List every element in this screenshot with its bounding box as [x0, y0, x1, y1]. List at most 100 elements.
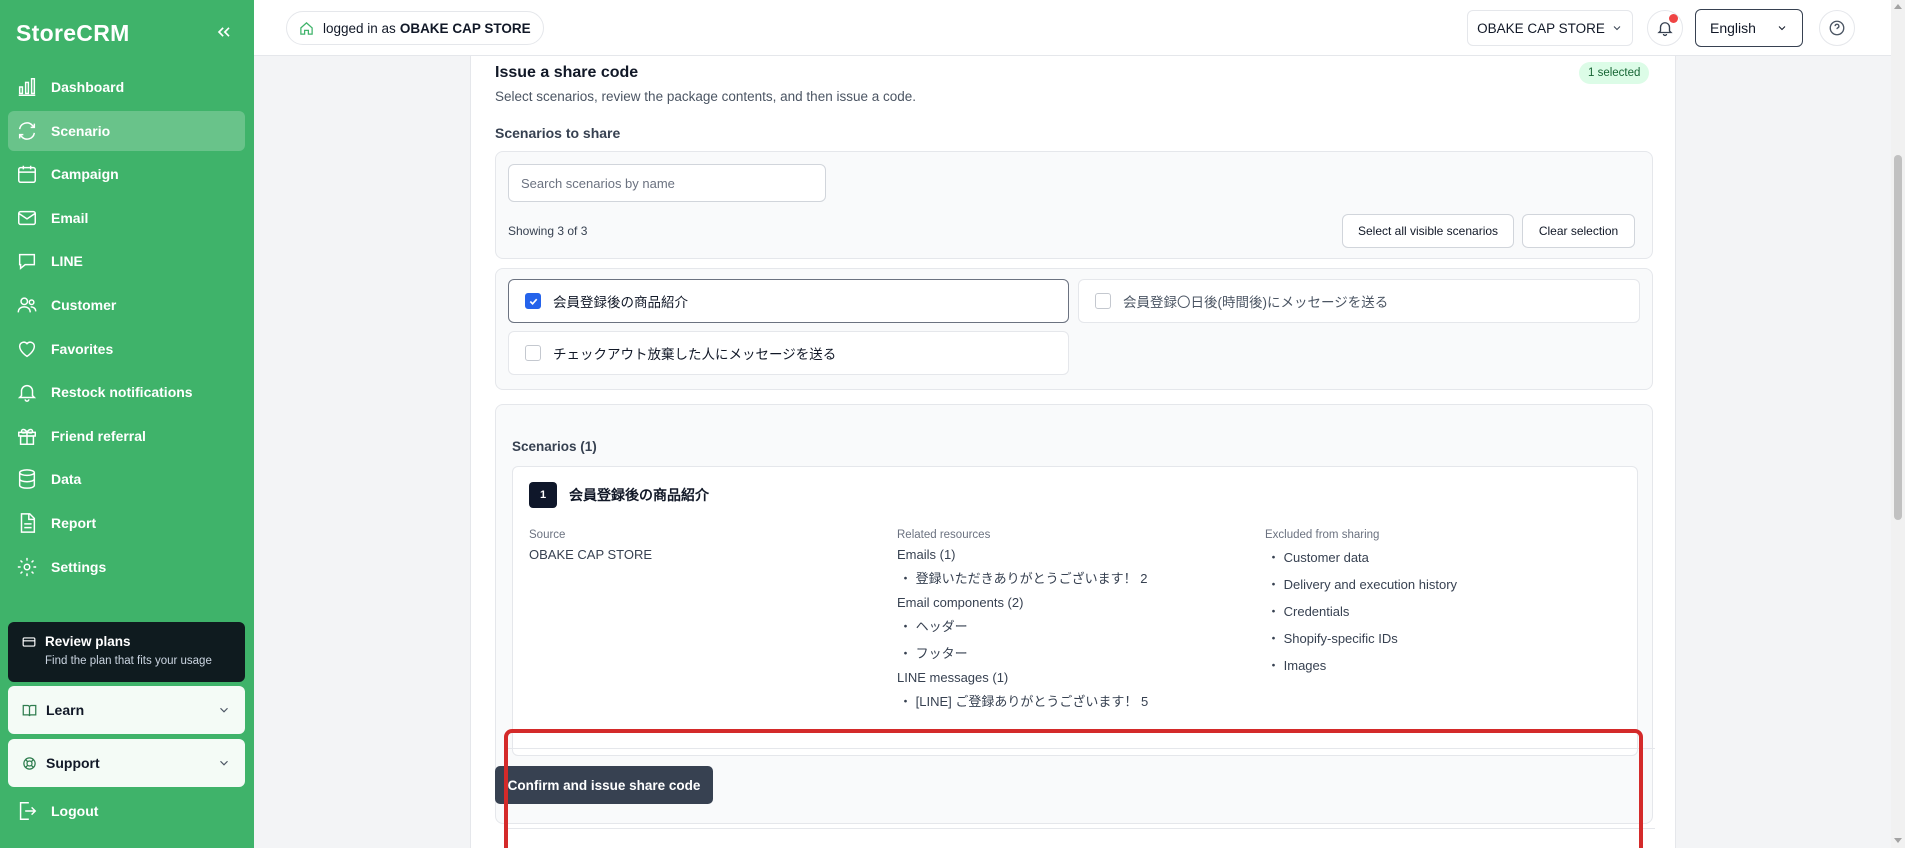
credit-card-icon	[22, 636, 36, 647]
sidebar-item-report[interactable]: Report	[8, 503, 245, 543]
bell-icon	[17, 385, 37, 403]
sidebar-item-settings[interactable]: Settings	[8, 547, 245, 587]
file-icon	[20, 513, 36, 533]
help-button[interactable]	[1819, 10, 1855, 46]
line-group-label: LINE messages (1)	[897, 670, 1009, 685]
chat-icon	[18, 254, 36, 271]
sidebar-item-label: Scenario	[51, 122, 111, 139]
login-store-name: OBAKE CAP STORE	[399, 20, 531, 36]
selected-count-badge: 1 selected	[1579, 62, 1650, 84]
scroll-up-arrow[interactable]	[1894, 4, 1902, 9]
panel-description: Select scenarios, review the package con…	[495, 89, 917, 104]
promo-title-row: Review plans	[22, 634, 231, 649]
scenario-index-badge: 1	[529, 482, 557, 508]
heart-icon	[18, 340, 36, 357]
scenario-option-label: 会員登録〇日後(時間後)にメッセージを送る	[1123, 295, 1389, 310]
sidebar-item-data[interactable]: Data	[8, 459, 245, 499]
sidebar-item-customer[interactable]: Customer	[8, 285, 245, 325]
source-heading: Source	[529, 529, 566, 541]
gear-icon	[17, 557, 37, 576]
excluded-heading: Excluded from sharing	[1265, 529, 1380, 541]
promo-subtitle: Find the plan that fits your usage	[45, 655, 212, 667]
scenario-option[interactable]: 会員登録〇日後(時間後)にメッセージを送る	[1078, 279, 1640, 323]
package-review: Scenarios (1) 1 会員登録後の商品紹介 Source OBAKE …	[495, 404, 1653, 824]
sidebar-item-label: Data	[51, 471, 82, 488]
related-resources-column: Related resources Emails (1) 登録いただきありがとう…	[897, 529, 1148, 718]
users-icon	[17, 297, 37, 313]
scenario-search-input[interactable]	[508, 164, 826, 202]
scenarios-to-share-label: Scenarios to share	[495, 125, 621, 141]
sidebar-item-label: Email	[51, 209, 89, 226]
home-icon	[300, 21, 313, 35]
sidebar-item-label: Report	[51, 514, 97, 531]
sidebar-item-favorites[interactable]: Favorites	[8, 329, 245, 369]
sidebar-item-label: Dashboard	[51, 79, 125, 95]
chevron-down-icon	[1778, 26, 1786, 31]
review-plans-card[interactable]: Review plans Find the plan that fits you…	[8, 622, 245, 682]
language-selector[interactable]: English	[1695, 9, 1803, 47]
scenario-summary-card: 1 会員登録後の商品紹介 Source OBAKE CAP STORE Rela…	[512, 466, 1638, 756]
sidebar-item-line[interactable]: LINE	[8, 241, 245, 281]
excluded-item: Shopify-specific IDs	[1265, 628, 1457, 647]
divider	[507, 828, 1655, 829]
scenario-option[interactable]: チェックアウト放棄した人にメッセージを送る	[508, 331, 1069, 375]
store-selector[interactable]: OBAKE CAP STORE	[1467, 10, 1633, 46]
scenario-name: 会員登録後の商品紹介	[569, 487, 709, 503]
panel-title: Issue a share code	[495, 64, 639, 81]
sidebar-item-label: Favorites	[51, 340, 114, 357]
scenario-option[interactable]: 会員登録後の商品紹介	[508, 279, 1069, 323]
scenario-search-section: Showing 3 of 3 Select all visible scenar…	[495, 151, 1653, 259]
brand-logo[interactable]: StoreCRM	[16, 20, 130, 47]
lifebuoy-icon	[23, 756, 36, 770]
select-all-visible-button[interactable]: Select all visible scenarios	[1342, 214, 1514, 248]
page-scrollbar[interactable]	[1891, 0, 1905, 848]
sidebar-item-campaign[interactable]: Campaign	[8, 154, 245, 194]
excluded-item: Credentials	[1265, 601, 1457, 620]
top-bar: logged in as OBAKE CAP STORE OBAKE CAP S…	[254, 0, 1905, 56]
sidebar-item-label: LINE	[51, 253, 83, 270]
store-selector-value: OBAKE CAP STORE	[1477, 20, 1605, 36]
checkbox[interactable]	[525, 345, 541, 361]
line-message-item: [LINE] ご登録ありがとうございます！ 5	[897, 691, 1149, 710]
sidebar-item-scenario[interactable]: Scenario	[8, 110, 245, 151]
source-value: OBAKE CAP STORE	[529, 547, 653, 562]
excluded-item: Delivery and execution history	[1265, 574, 1457, 593]
notifications-button[interactable]	[1647, 10, 1683, 46]
logout-icon	[19, 802, 37, 820]
bar-chart-icon	[18, 78, 36, 96]
checkbox[interactable]	[1095, 293, 1111, 309]
checkbox-checked[interactable]	[525, 293, 541, 309]
sidebar-item-dashboard[interactable]: Dashboard	[8, 67, 245, 107]
excluded-item: Customer data	[1265, 547, 1457, 566]
database-icon	[18, 469, 36, 490]
sidebar-item-email[interactable]: Email	[8, 198, 245, 238]
learn-accordion[interactable]: Learn	[8, 686, 245, 734]
collapse-sidebar-icon[interactable]	[214, 22, 234, 42]
emails-group-label: Emails (1)	[897, 547, 956, 562]
logout-label: Logout	[51, 803, 99, 819]
clear-selection-button[interactable]: Clear selection	[1522, 214, 1635, 248]
share-code-panel: Issue a share code Select scenarios, rev…	[470, 56, 1676, 848]
logout-button[interactable]: Logout	[16, 800, 98, 822]
source-column: Source OBAKE CAP STORE	[529, 529, 652, 562]
scroll-thumb[interactable]	[1894, 155, 1902, 520]
sidebar-item-friend-referral[interactable]: Friend referral	[8, 416, 245, 456]
chevron-down-icon	[1613, 26, 1621, 31]
email-item: 登録いただきありがとうございます！ 2	[897, 568, 1148, 587]
support-accordion[interactable]: Support	[8, 739, 245, 787]
logged-in-indicator[interactable]: logged in as OBAKE CAP STORE	[286, 11, 544, 45]
sidebar-item-label: Restock notifications	[51, 384, 193, 401]
excluded-column: Excluded from sharing Customer data Deli…	[1265, 529, 1457, 682]
divider	[507, 748, 1655, 749]
sidebar-item-restock-notifications[interactable]: Restock notifications	[8, 372, 245, 412]
scroll-down-arrow[interactable]	[1894, 838, 1902, 843]
components-group-label: Email components (2)	[897, 595, 1024, 610]
sidebar-item-label: Settings	[51, 558, 107, 575]
sidebar-nav: Dashboard Scenario Campaign Email LINE C…	[8, 67, 245, 590]
support-label: Support	[46, 755, 100, 771]
calendar-icon	[18, 165, 36, 184]
chevron-down-icon	[220, 707, 228, 713]
sidebar: StoreCRM Dashboard Scenario Campaign Ema…	[0, 0, 254, 848]
scenario-option-label: チェックアウト放棄した人にメッセージを送る	[553, 347, 837, 362]
confirm-issue-share-code-button[interactable]: Confirm and issue share code	[495, 766, 713, 804]
